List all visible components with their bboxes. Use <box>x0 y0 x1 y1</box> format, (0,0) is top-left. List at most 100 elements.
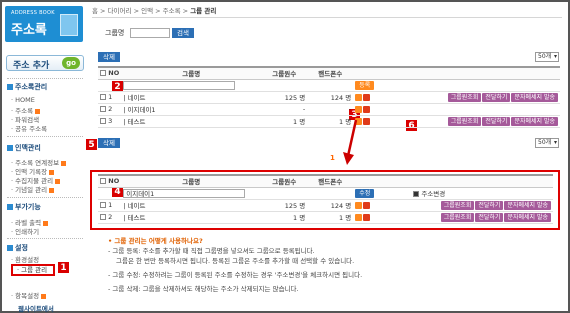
table-row: 2 | 이지데이1 - - <box>98 103 560 116</box>
home-icon[interactable]: 홈 <box>92 7 98 15</box>
row-edit-cell <box>353 91 384 104</box>
divider <box>7 136 83 137</box>
callout-1: 1 <box>57 261 70 274</box>
table-row: 2 | 테스트 1 명 1 명 그룹원조회 전달하기 문자메세지 발송 <box>98 211 553 224</box>
section-title-addressbook: 주소록관리 <box>7 82 47 92</box>
new-badge-icon <box>35 108 41 114</box>
help-line: - 그룹 등록: 주소를 추가할 때 직접 그룹명을 넣으셔도 그룹으로 등록됩… <box>108 247 315 255</box>
view-members-button[interactable]: 그룹원조회 <box>447 116 482 126</box>
view-members-button[interactable]: 그룹원조회 <box>440 212 475 222</box>
section-title: 주소록관리 <box>15 83 48 91</box>
edit-group-input[interactable]: 이지데이1 <box>123 188 246 198</box>
group-search-input[interactable] <box>130 28 170 38</box>
edit-row-spacer <box>98 187 122 200</box>
sidebar-item-print[interactable]: · 인쇄하기 <box>11 226 39 236</box>
table-row: 1 | 네이트 125 명 124 명 그룹원조회 전달하기 문자메세지 발송 <box>98 199 553 212</box>
sidebar-item-shared-addressbook[interactable]: · 공유 주소록 <box>11 123 47 133</box>
send-sms-button[interactable]: 문자메세지 발송 <box>504 212 551 222</box>
new-group-input[interactable] <box>123 80 236 90</box>
row-group-name[interactable]: 테스트 <box>128 214 146 222</box>
edit-icon[interactable] <box>355 213 363 221</box>
address-change-checkbox[interactable] <box>413 191 420 197</box>
row-group-name[interactable]: 이지데이1 <box>128 106 156 114</box>
empty-cell <box>383 79 560 92</box>
delete-icon[interactable] <box>363 93 371 101</box>
help-line: - 그룹 수정: 수정하려는 그룹이 등록된 주소를 수정하는 경우 '주소변경… <box>108 271 363 279</box>
header-spacer <box>353 174 384 188</box>
forward-button[interactable]: 전달하기 <box>475 200 504 210</box>
section-title-settings: 설정 <box>7 243 28 253</box>
row-group-name[interactable]: 네이트 <box>128 202 146 210</box>
sidebar-item-group-management[interactable]: · 그룹 관리 <box>11 264 55 276</box>
modify-cell: 수정 <box>353 187 384 200</box>
edit-group-cell: 이지데이1 <box>121 187 262 200</box>
delete-icon[interactable] <box>363 105 371 113</box>
view-members-button[interactable]: 그룹원조회 <box>447 92 482 102</box>
forward-button[interactable]: 전달하기 <box>482 116 511 126</box>
send-sms-button[interactable]: 문자메세지 발송 <box>504 200 551 210</box>
row-group-name[interactable]: 네이트 <box>128 94 146 102</box>
delete-icon[interactable] <box>363 213 371 221</box>
sidebar-item-field-settings[interactable]: · 항목설정 <box>11 290 47 300</box>
section-title: 인맥관리 <box>15 144 41 152</box>
help-title: • 그룹 관리는 어떻게 사용하나요? <box>108 237 203 245</box>
header-no: NO <box>108 177 120 186</box>
help-section: • 그룹 관리는 어떻게 사용하나요? - 그룹 등록: 주소를 추가할 때 직… <box>108 236 362 294</box>
logo-small-text: ADDRESS BOOK <box>11 10 55 16</box>
add-address-button[interactable]: 주소 추가 go <box>6 55 84 71</box>
send-sms-button[interactable]: 문자메세지 발송 <box>511 116 558 126</box>
view-members-button[interactable]: 그룹원조회 <box>440 200 475 210</box>
row-group-name[interactable]: 테스트 <box>128 118 146 126</box>
edit-icon[interactable] <box>355 201 363 209</box>
per-page-select-bottom[interactable]: 50개 <box>535 138 559 148</box>
edit-icon[interactable] <box>355 93 363 101</box>
row-edit-cell <box>353 211 384 224</box>
empty-cell <box>261 79 308 92</box>
delete-button-bottom[interactable]: 삭제 <box>98 138 120 148</box>
sidebar-item-home[interactable]: · HOME <box>11 96 35 104</box>
row-edit-cell <box>353 199 384 212</box>
sidebar-item-anniversary[interactable]: · 기념일 관리 <box>11 184 55 194</box>
plus-icon <box>7 204 13 210</box>
row-no: 2 <box>108 105 113 113</box>
row-phones: 1 명 <box>307 211 354 224</box>
help-line: 그룹은 한 번만 등록하시면 됩니다. 등록된 그룹은 주소를 추가할 때 선택… <box>116 257 355 265</box>
row-checkbox[interactable] <box>100 214 106 220</box>
delete-icon[interactable] <box>363 117 371 125</box>
modify-button[interactable]: 수정 <box>355 188 375 198</box>
edit-icon[interactable] <box>355 105 363 113</box>
new-badge-icon <box>49 187 55 193</box>
select-all-checkbox[interactable] <box>100 70 106 77</box>
select-all-checkbox[interactable] <box>100 178 106 185</box>
row-name-cell: | 네이트 <box>121 91 262 104</box>
divider <box>7 78 83 79</box>
sidebar-item-label: HOME <box>15 96 35 104</box>
forward-button[interactable]: 전달하기 <box>482 92 511 102</box>
sidebar-item-preferences[interactable]: · 환경설정 <box>11 254 39 264</box>
breadcrumb-diary[interactable]: 다이어리 <box>108 7 132 15</box>
header-group-name: 그룹명 <box>121 174 262 188</box>
row-phones: 124 명 <box>307 91 354 104</box>
row-checkbox[interactable] <box>100 118 106 124</box>
empty-cell <box>307 187 354 200</box>
row-members: 1 명 <box>261 211 308 224</box>
delete-button[interactable]: 삭제 <box>98 52 120 62</box>
help-line: - 그룹 삭제: 그룹을 삭제하셔도 해당하는 주소가 삭제되지는 않습니다. <box>108 285 299 293</box>
empty-cell <box>383 103 560 116</box>
per-page-select[interactable]: 50개 <box>535 52 559 62</box>
pagination-current[interactable]: 1 <box>330 154 335 162</box>
row-checkbox[interactable] <box>100 202 106 208</box>
breadcrumb-addressbook[interactable]: 주소록 <box>163 7 181 15</box>
row-no: 1 <box>108 201 113 209</box>
delete-icon[interactable] <box>363 201 371 209</box>
empty-cell <box>261 187 308 200</box>
row-checkbox[interactable] <box>100 94 106 100</box>
addressbook-logo[interactable]: ADDRESS BOOK 주소록 <box>5 6 83 42</box>
search-button[interactable]: 검색 <box>172 28 194 38</box>
breadcrumb-network[interactable]: 인맥 <box>141 7 153 15</box>
new-badge-icon <box>43 220 49 226</box>
send-sms-button[interactable]: 문자메세지 발송 <box>511 92 558 102</box>
row-checkbox[interactable] <box>100 106 106 112</box>
register-button[interactable]: 등록 <box>355 80 375 90</box>
forward-button[interactable]: 전달하기 <box>475 212 504 222</box>
